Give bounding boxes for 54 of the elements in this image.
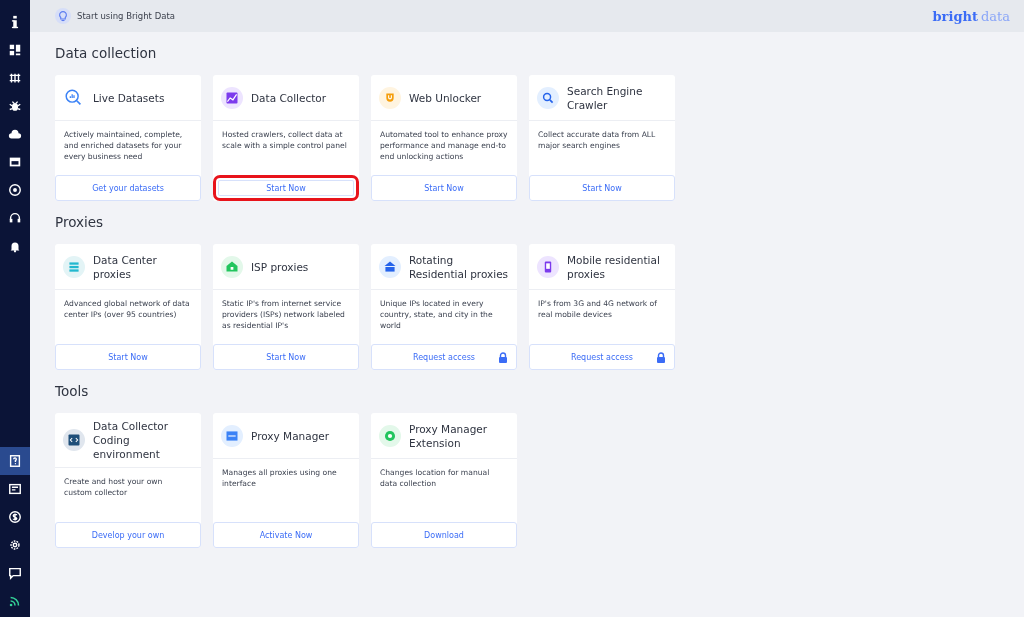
sidebar-item[interactable] (0, 447, 30, 475)
card-title: Proxy Manager (251, 428, 330, 443)
shield-icon (379, 86, 401, 109)
window-icon (8, 155, 22, 169)
lock-icon (498, 352, 508, 363)
brand-logo: bright data (932, 8, 1010, 24)
card-action-button[interactable]: Download (371, 522, 517, 548)
settings-icon (8, 538, 22, 552)
card-action-button[interactable]: Start Now (213, 344, 359, 370)
card-title: Rotating Residential proxies (409, 252, 509, 281)
cloud-icon (8, 127, 22, 141)
section-heading: Data collection (55, 45, 158, 61)
card-action-button[interactable]: Start Now (213, 175, 359, 201)
browser-logo-icon (379, 424, 401, 447)
network-icon (8, 71, 22, 85)
card-title: Search Engine Crawler (567, 83, 644, 112)
chat-icon (8, 566, 22, 580)
rss-icon (8, 594, 22, 608)
bug-icon (8, 99, 22, 113)
server-stack-icon (63, 255, 85, 278)
dashboard-icon (8, 43, 22, 57)
document-icon (8, 482, 22, 496)
card-title: Data Collector Coding environment (93, 419, 170, 461)
help-book-icon (8, 454, 22, 468)
house-icon (379, 255, 401, 278)
card-action-button[interactable]: Get your datasets (55, 175, 201, 201)
card-title: Data Collector (251, 90, 327, 105)
browser-logo-icon (8, 183, 22, 197)
card-title: Mobile residential proxies (567, 252, 661, 281)
card-action-button[interactable]: Start Now (529, 175, 675, 201)
lightbulb-icon (55, 8, 71, 24)
card-action-button[interactable]: Start Now (371, 175, 517, 201)
window-icon (221, 424, 243, 447)
card-title: Data Center proxies (93, 252, 158, 281)
headset-icon (8, 211, 22, 225)
card-action-button[interactable]: Request access (529, 344, 675, 370)
search-icon (537, 86, 559, 109)
lock-icon (656, 352, 666, 363)
card-title: ISP proxies (251, 259, 309, 274)
card-title: Proxy Manager Extension (409, 421, 489, 450)
phone-icon (537, 255, 559, 278)
card-title: Web Unlocker (409, 90, 482, 105)
card-title: Live Datasets (93, 90, 165, 105)
card-action-button[interactable]: Activate Now (213, 522, 359, 548)
code-icon (63, 429, 85, 451)
card-action-button[interactable]: Develop your own (55, 522, 201, 548)
card-action-button[interactable]: Start Now (55, 344, 201, 370)
section-heading: Proxies (55, 214, 105, 230)
top-bar-title: Start using Bright Data (77, 11, 175, 21)
house-icon (221, 255, 243, 278)
line-chart-icon (221, 86, 243, 109)
section-heading: Tools (55, 383, 90, 399)
dollar-icon (8, 510, 22, 524)
card-action-button[interactable]: Request access (371, 344, 517, 370)
